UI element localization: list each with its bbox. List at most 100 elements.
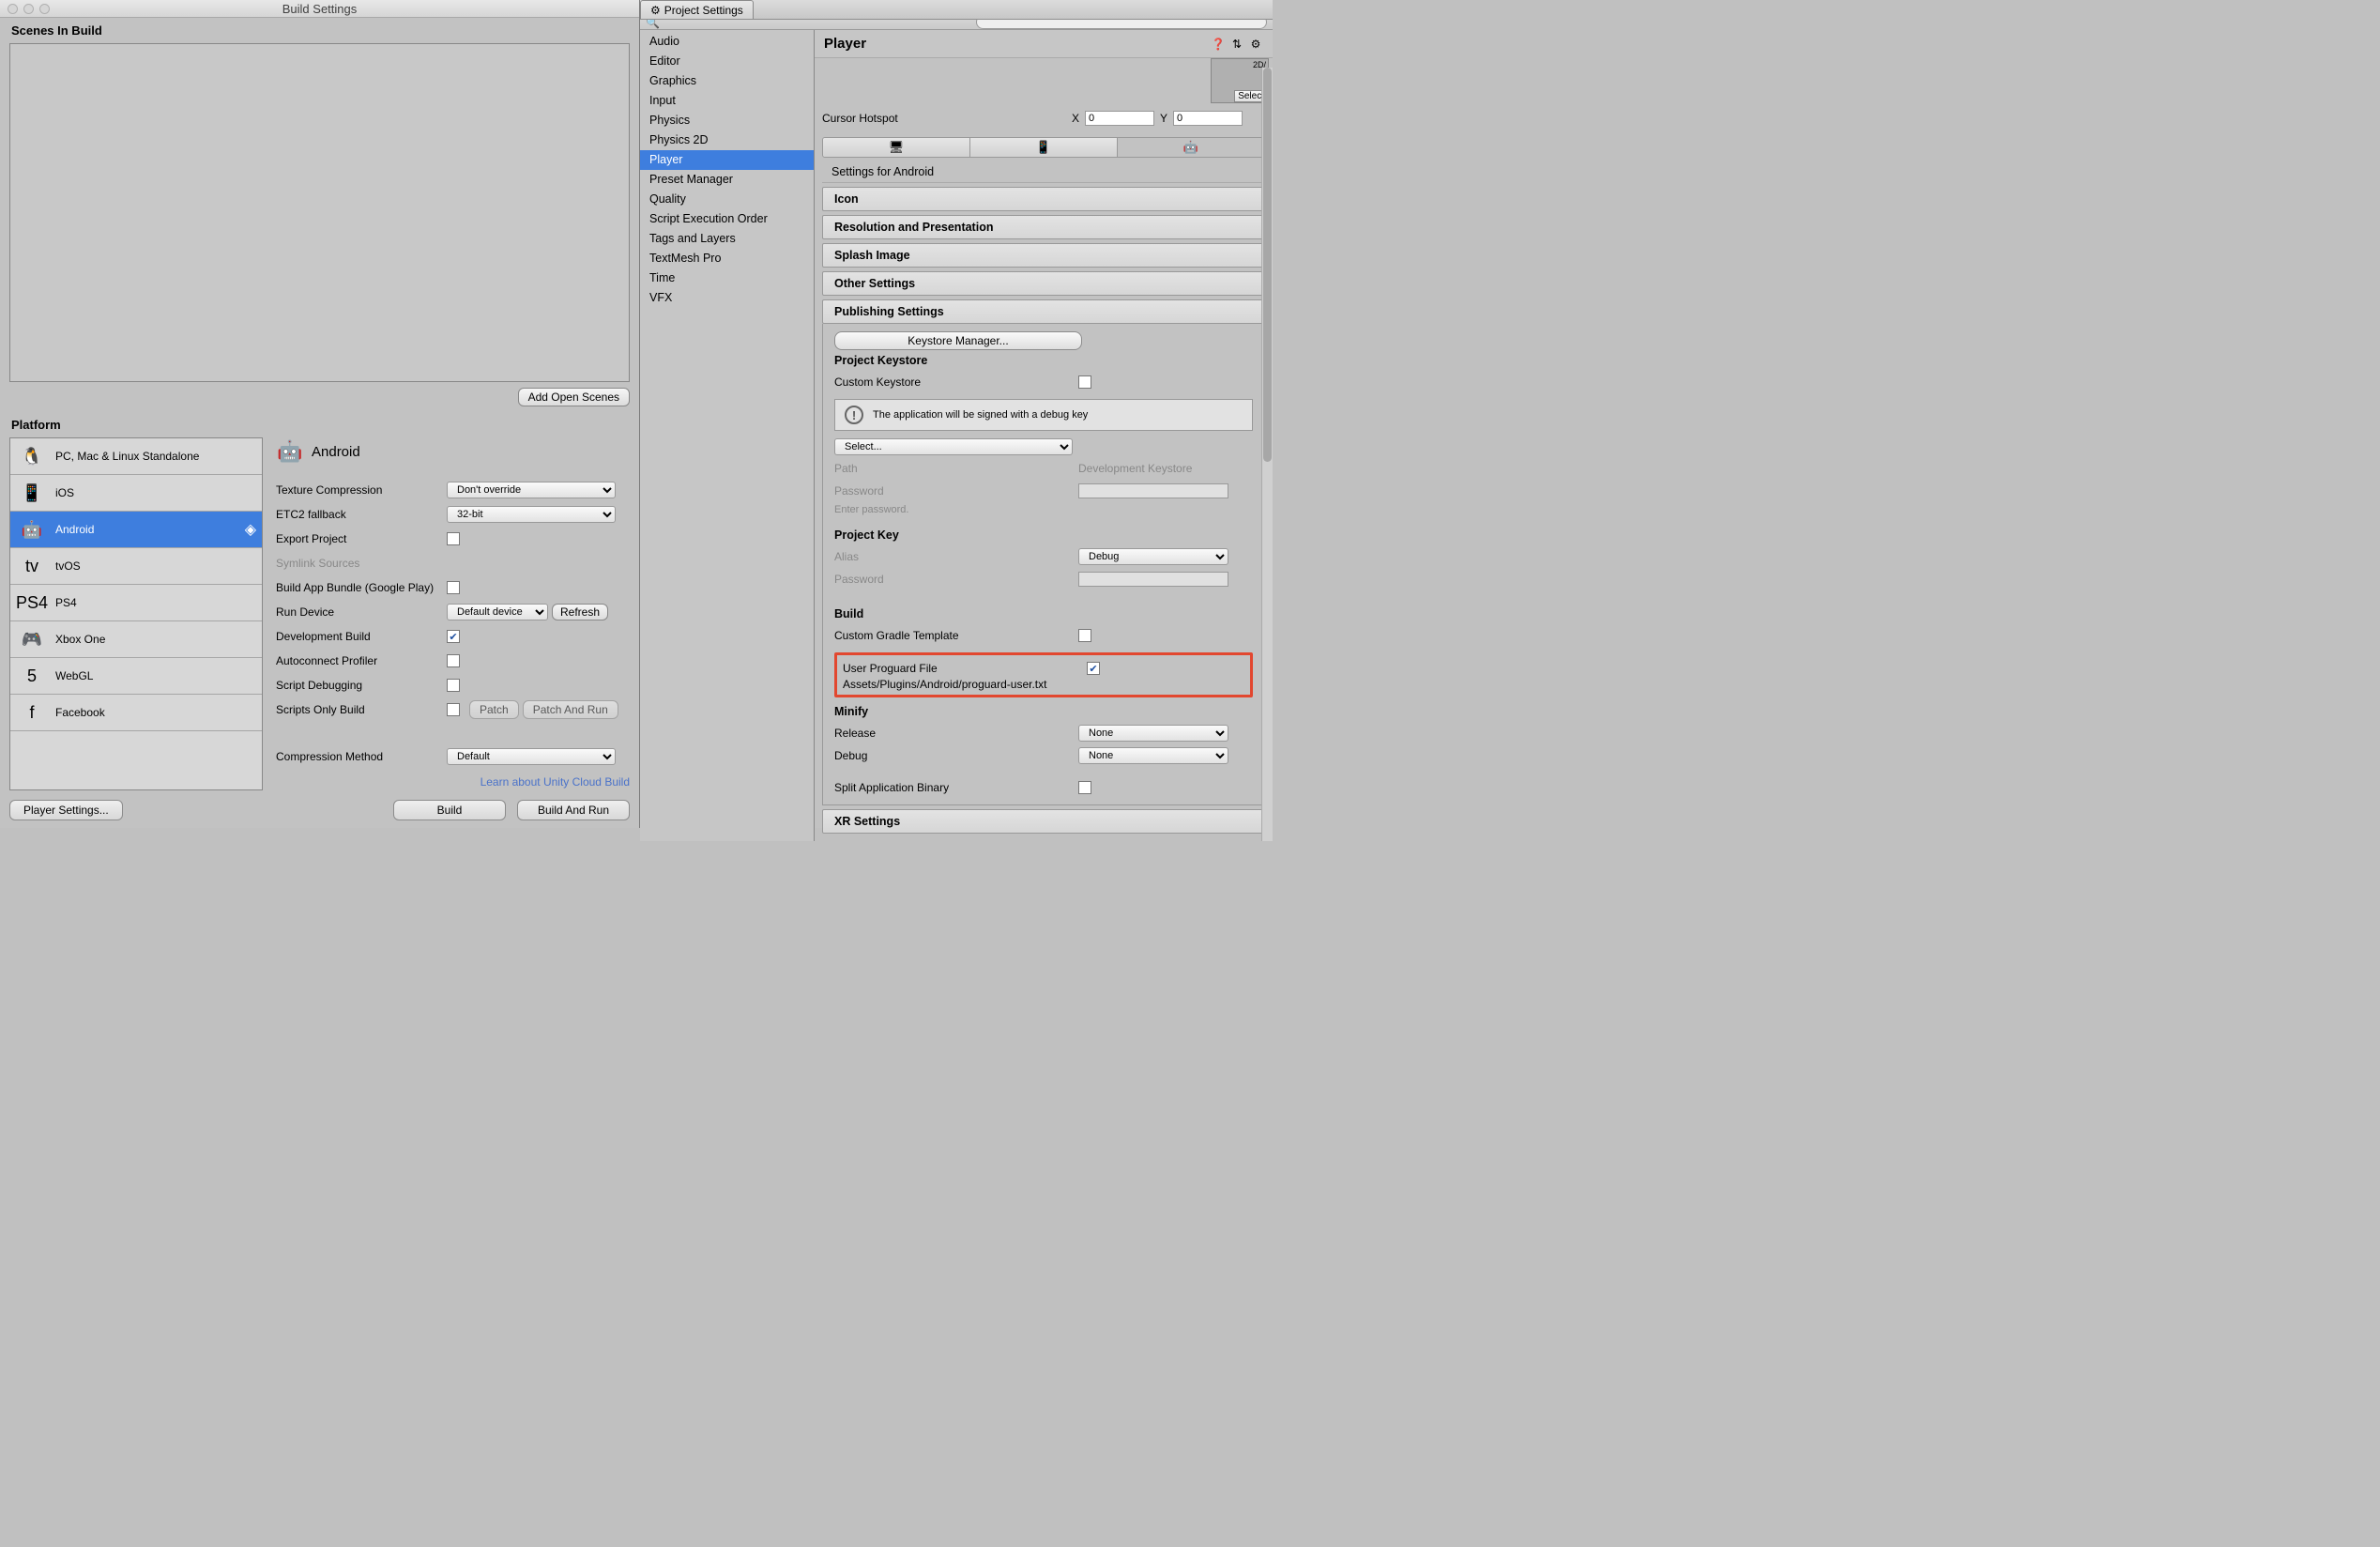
category-player[interactable]: Player	[640, 150, 814, 170]
player-settings-panel: Player ❓ ⇅ ⚙ 2D/ Select Cursor Hotspot X…	[815, 30, 1273, 841]
label: Autoconnect Profiler	[276, 654, 447, 667]
minify-debug-select[interactable]: None	[1078, 747, 1228, 764]
label: Texture Compression	[276, 483, 447, 497]
splash-section[interactable]: Splash Image	[822, 243, 1265, 268]
zoom-circle[interactable]	[39, 4, 50, 14]
project-key-header: Project Key	[834, 528, 1253, 542]
user-proguard-checkbox[interactable]: ✔	[1087, 662, 1100, 675]
category-physics[interactable]: Physics	[640, 111, 814, 130]
script-debugging-checkbox[interactable]	[447, 679, 460, 692]
split-binary-checkbox[interactable]	[1078, 781, 1091, 794]
category-editor[interactable]: Editor	[640, 52, 814, 71]
custom-gradle-checkbox[interactable]	[1078, 629, 1091, 642]
autoconnect-profiler-checkbox[interactable]	[447, 654, 460, 667]
category-script-execution-order[interactable]: Script Execution Order	[640, 209, 814, 229]
minimize-circle[interactable]	[23, 4, 34, 14]
app-bundle-checkbox[interactable]	[447, 581, 460, 594]
build-and-run-button[interactable]: Build And Run	[517, 800, 630, 820]
scripts-only-checkbox[interactable]	[447, 703, 460, 716]
etc2-fallback-select[interactable]: 32-bit	[447, 506, 616, 523]
scrollbar-thumb[interactable]	[1263, 68, 1272, 462]
platform-item-facebook[interactable]: fFacebook	[10, 695, 262, 731]
platform-item-webgl[interactable]: 5WebGL	[10, 658, 262, 695]
platform-item-xbox-one[interactable]: 🎮Xbox One	[10, 621, 262, 658]
cursor-texture-slot[interactable]: 2D/ Select	[1211, 58, 1269, 103]
resolution-section[interactable]: Resolution and Presentation	[822, 215, 1265, 239]
add-open-scenes-button[interactable]: Add Open Scenes	[518, 388, 630, 406]
panel-title: Player	[824, 36, 1211, 52]
category-input[interactable]: Input	[640, 91, 814, 111]
platform-item-android[interactable]: 🤖Android◈	[10, 512, 262, 548]
category-preset-manager[interactable]: Preset Manager	[640, 170, 814, 190]
minify-release-select[interactable]: None	[1078, 725, 1228, 742]
texture-compression-select[interactable]: Don't override	[447, 482, 616, 498]
minify-header: Minify	[834, 705, 1253, 718]
platform-icon: tv	[16, 553, 48, 579]
category-tags-and-layers[interactable]: Tags and Layers	[640, 229, 814, 249]
platform-label: iOS	[55, 486, 74, 499]
tab-ios[interactable]: 📱	[970, 138, 1118, 157]
platform-icon: 📱	[16, 480, 48, 506]
platform-item-tvos[interactable]: tvtvOS	[10, 548, 262, 585]
label: Development Build	[276, 630, 447, 643]
keystore-manager-button[interactable]: Keystore Manager...	[834, 331, 1082, 350]
development-build-checkbox[interactable]: ✔	[447, 630, 460, 643]
build-button[interactable]: Build	[393, 800, 506, 820]
label: Symlink Sources	[276, 557, 447, 570]
key-password-input[interactable]	[1078, 572, 1228, 587]
compression-method-select[interactable]: Default	[447, 748, 616, 765]
platform-item-ps4[interactable]: PS4PS4	[10, 585, 262, 621]
cursor-hotspot-x-input[interactable]	[1085, 111, 1154, 126]
settings-gear-icon[interactable]: ⚙	[1248, 37, 1263, 52]
export-project-checkbox[interactable]	[447, 532, 460, 545]
help-icon[interactable]: ❓	[1211, 37, 1226, 52]
platform-icon: 🎮	[16, 626, 48, 652]
xr-settings-section[interactable]: XR Settings	[822, 809, 1265, 834]
tab-standalone[interactable]: 🖥	[823, 138, 970, 157]
android-icon: 🤖	[276, 437, 304, 466]
platform-list[interactable]: 🐧PC, Mac & Linux Standalone 📱 iOS 🤖Android◈…	[9, 437, 263, 790]
platform-item-pc-mac-linux-standalone[interactable]: 🐧PC, Mac & Linux Standalone	[10, 438, 262, 475]
other-settings-section[interactable]: Other Settings	[822, 271, 1265, 296]
label: Export Project	[276, 532, 447, 545]
cursor-hotspot-y-input[interactable]	[1173, 111, 1243, 126]
label: Compression Method	[276, 750, 447, 763]
patch-button[interactable]: Patch	[469, 700, 519, 719]
category-physics-2d[interactable]: Physics 2D	[640, 130, 814, 150]
cloud-build-link[interactable]: Learn about Unity Cloud Build	[276, 772, 630, 790]
keystore-password-input[interactable]	[1078, 483, 1228, 498]
run-device-select[interactable]: Default device	[447, 604, 548, 620]
scenes-list[interactable]	[9, 43, 630, 382]
unity-logo-icon: ◈	[245, 520, 256, 539]
category-graphics[interactable]: Graphics	[640, 71, 814, 91]
category-quality[interactable]: Quality	[640, 190, 814, 209]
platform-icon: 🐧	[16, 443, 48, 469]
settings-category-list[interactable]: AudioEditorGraphicsInputPhysicsPhysics 2…	[640, 30, 815, 841]
label: Run Device	[276, 605, 447, 619]
custom-keystore-checkbox[interactable]	[1078, 375, 1091, 389]
project-settings-tab[interactable]: ⚙ Project Settings	[640, 0, 754, 19]
platform-detail-title: Android	[312, 444, 360, 460]
category-vfx[interactable]: VFX	[640, 288, 814, 308]
player-settings-button[interactable]: Player Settings...	[9, 800, 123, 820]
tab-android[interactable]: 🤖	[1118, 138, 1264, 157]
platform-icon: 5	[16, 663, 48, 689]
user-proguard-highlight: User Proguard File ✔ Assets/Plugins/Andr…	[834, 652, 1253, 697]
category-textmesh-pro[interactable]: TextMesh Pro	[640, 249, 814, 268]
key-alias-select[interactable]: Debug	[1078, 548, 1228, 565]
platform-tabbar[interactable]: 🖥 📱 🤖	[822, 137, 1265, 158]
platform-detail: 🤖 Android Texture Compression Don't over…	[276, 437, 630, 790]
keystore-select[interactable]: Select...	[834, 438, 1073, 455]
label: Scripts Only Build	[276, 703, 447, 716]
refresh-button[interactable]: Refresh	[552, 604, 608, 620]
close-circle[interactable]	[8, 4, 18, 14]
preset-icon[interactable]: ⇅	[1229, 37, 1244, 52]
vertical-scrollbar[interactable]	[1261, 68, 1273, 841]
publishing-settings-section[interactable]: Publishing Settings	[822, 299, 1265, 324]
icon-section[interactable]: Icon	[822, 187, 1265, 211]
patch-and-run-button[interactable]: Patch And Run	[523, 700, 618, 719]
project-keystore-header: Project Keystore	[834, 354, 1253, 367]
category-time[interactable]: Time	[640, 268, 814, 288]
platform-item-ios[interactable]: 📱 iOS	[10, 475, 262, 512]
category-audio[interactable]: Audio	[640, 32, 814, 52]
